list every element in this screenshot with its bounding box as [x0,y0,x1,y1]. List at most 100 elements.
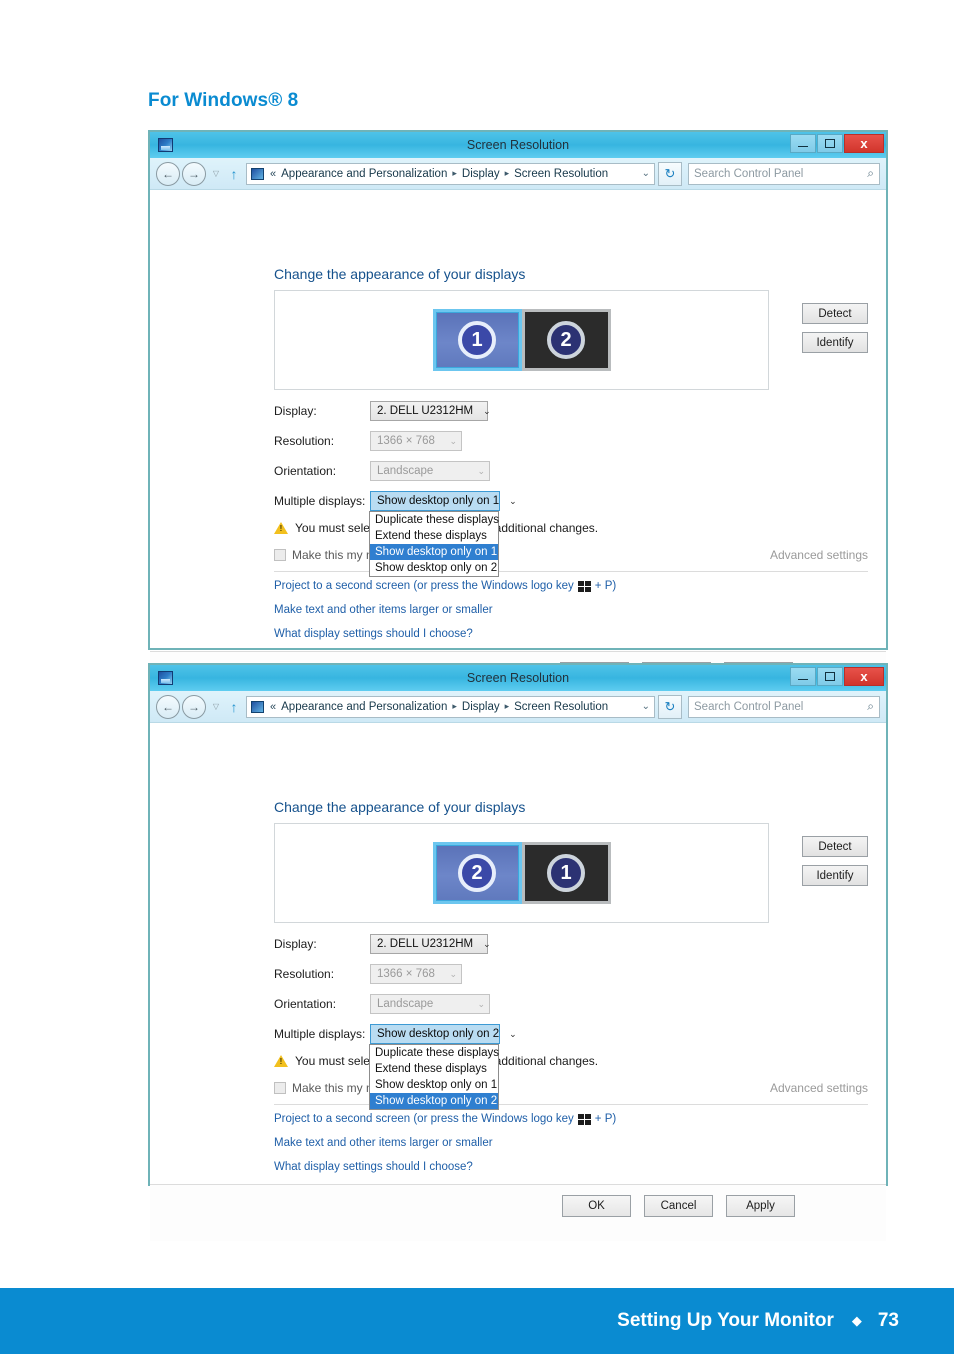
display-preview-area[interactable]: 2 1 [274,823,769,923]
multiple-displays-select[interactable]: Show desktop only on 1 ⌄ [370,491,517,511]
advanced-settings-link[interactable]: Advanced settings [770,548,868,562]
minimize-button[interactable] [790,667,816,686]
breadcrumb-item-appearance[interactable]: Appearance and Personalization [281,701,447,713]
project-second-screen-link[interactable]: Project to a second screen (or press the… [274,1113,616,1125]
dropdown-option-duplicate[interactable]: Duplicate these displays [370,512,499,528]
display-label: Display: [274,404,317,418]
monitor-number: 1 [458,321,496,359]
address-dropdown-icon[interactable]: ⌄ [636,701,650,712]
project-second-screen-link[interactable]: Project to a second screen (or press the… [274,580,616,592]
body-heading: Change the appearance of your displays [274,266,526,282]
apply-button[interactable]: Apply [726,1195,795,1217]
refresh-icon[interactable]: ↻ [658,161,682,186]
identify-button[interactable]: Identify [802,332,868,353]
orientation-select[interactable]: Landscape ⌄ [370,994,490,1014]
windows-logo-key-icon [577,1113,591,1125]
display-select-value: 2. DELL U2312HM [377,405,474,417]
breadcrumb-separator-icon: ▸ [504,701,510,711]
monitor-2[interactable]: 2 [432,842,522,904]
orientation-label: Orientation: [274,997,337,1011]
advanced-settings-link[interactable]: Advanced settings [770,1081,868,1095]
dropdown-option-only-2[interactable]: Show desktop only on 2 [370,1093,498,1109]
search-input[interactable]: Search Control Panel ⌕ [688,162,880,185]
breadcrumb-item-display[interactable]: Display [462,168,500,180]
orientation-select[interactable]: Landscape ⌄ [370,461,490,481]
dropdown-option-only-1[interactable]: Show desktop only on 1 [370,1077,498,1093]
address-dropdown-icon[interactable]: ⌄ [636,168,650,179]
what-display-settings-link[interactable]: What display settings should I choose? [274,1161,473,1173]
resolution-label: Resolution: [274,434,335,448]
display-select[interactable]: 2. DELL U2312HM ⌄ [370,934,491,954]
display-select[interactable]: 2. DELL U2312HM ⌄ [370,401,491,421]
breadcrumb-item-display[interactable]: Display [462,701,500,713]
breadcrumb[interactable]: « Appearance and Personalization ▸ Displ… [246,162,655,185]
chevron-down-icon: ⌄ [509,495,517,506]
monitor-2[interactable]: 2 [521,309,611,371]
dropdown-option-extend[interactable]: Extend these displays [370,1061,498,1077]
what-display-settings-link[interactable]: What display settings should I choose? [274,628,473,640]
display-preview-area[interactable]: 1 2 [274,290,769,390]
main-display-checkbox[interactable] [274,549,286,561]
breadcrumb-item-screen-resolution[interactable]: Screen Resolution [514,168,608,180]
back-icon[interactable]: ← [156,161,180,186]
dropdown-option-duplicate[interactable]: Duplicate these displays [370,1045,499,1061]
close-icon[interactable]: x [844,667,884,686]
search-input[interactable]: Search Control Panel ⌕ [688,695,880,718]
maximize-button[interactable] [817,134,843,153]
page-title: For Windows® 8 [148,90,299,111]
control-panel-icon [251,700,264,713]
multiple-displays-value: Show desktop only on 1 [377,495,500,507]
identify-button[interactable]: Identify [802,865,868,886]
multiple-displays-dropdown-list[interactable]: Duplicate these displays Extend these di… [369,1044,499,1110]
page-number: 73 [877,1310,899,1331]
up-arrow-icon[interactable]: ↑ [226,166,242,182]
dropdown-option-only-1[interactable]: Show desktop only on 1 [370,544,498,560]
make-text-larger-link[interactable]: Make text and other items larger or smal… [274,1137,493,1149]
close-icon[interactable]: x [844,134,884,153]
forward-icon[interactable]: → [182,694,206,719]
project-link-suffix: + P) [594,580,617,592]
orientation-label: Orientation: [274,464,337,478]
screen-resolution-window-top: Screen Resolution x ← → ▽ ↑ « Appearance… [148,130,888,705]
make-text-larger-link[interactable]: Make text and other items larger or smal… [274,604,493,616]
double-chevron-icon: « [270,700,277,713]
display-select-value: 2. DELL U2312HM [377,938,474,950]
project-link-text: Project to a second screen (or press the… [274,1113,574,1125]
breadcrumb-item-screen-resolution[interactable]: Screen Resolution [514,701,608,713]
breadcrumb[interactable]: « Appearance and Personalization ▸ Displ… [246,695,655,718]
maximize-button[interactable] [817,667,843,686]
dropdown-option-only-2[interactable]: Show desktop only on 2 [370,560,498,576]
double-chevron-icon: « [270,167,277,180]
cancel-button[interactable]: Cancel [644,1195,713,1217]
monitor-1[interactable]: 1 [432,309,522,371]
resolution-select[interactable]: 1366 × 768 ⌄ [370,964,462,984]
breadcrumb-separator-icon: ▸ [504,168,510,178]
chevron-down-icon[interactable]: ▽ [210,169,222,178]
multiple-displays-select[interactable]: Show desktop only on 2 ⌄ [370,1024,517,1044]
multiple-displays-dropdown-list[interactable]: Duplicate these displays Extend these di… [369,511,499,577]
chevron-down-icon: ⌄ [483,938,491,949]
detect-button[interactable]: Detect [802,836,868,857]
monitor-1[interactable]: 1 [521,842,611,904]
ok-button[interactable]: OK [562,1195,631,1217]
monitor-number: 2 [458,854,496,892]
detect-button[interactable]: Detect [802,303,868,324]
forward-icon[interactable]: → [182,161,206,186]
body-heading: Change the appearance of your displays [274,799,526,815]
footer-section-title: Setting Up Your Monitor [617,1310,834,1331]
breadcrumb-item-appearance[interactable]: Appearance and Personalization [281,168,447,180]
monitor-number: 1 [547,854,585,892]
up-arrow-icon[interactable]: ↑ [226,699,242,715]
minimize-button[interactable] [790,134,816,153]
orientation-row: Orientation: Landscape ⌄ [274,461,490,481]
search-icon: ⌕ [867,699,874,713]
main-display-checkbox[interactable] [274,1082,286,1094]
chevron-down-icon: ⌄ [449,968,457,979]
back-icon[interactable]: ← [156,694,180,719]
dropdown-option-extend[interactable]: Extend these displays [370,528,498,544]
preview-buttons: Detect Identify [802,303,868,353]
refresh-icon[interactable]: ↻ [658,694,682,719]
resolution-select[interactable]: 1366 × 768 ⌄ [370,431,462,451]
warning-icon [274,1055,288,1067]
chevron-down-icon[interactable]: ▽ [210,702,222,711]
